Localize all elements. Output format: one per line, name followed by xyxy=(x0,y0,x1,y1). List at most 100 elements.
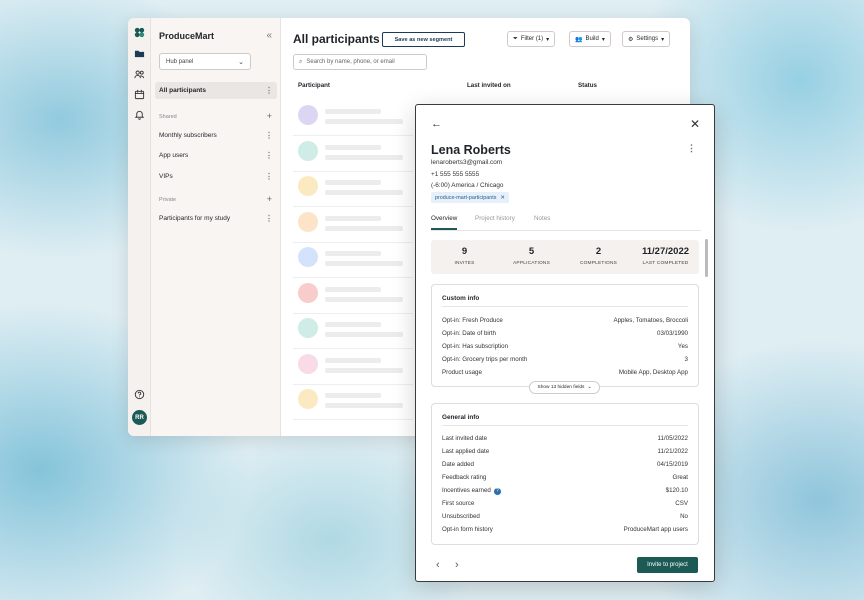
more-icon[interactable]: ⋮ xyxy=(687,143,696,154)
info-value: CSV xyxy=(675,500,688,507)
close-icon[interactable]: ✕ xyxy=(690,117,700,131)
more-icon[interactable]: ⋮ xyxy=(265,151,273,160)
info-row: Product usage Mobile App, Desktop App xyxy=(442,369,688,379)
skeleton-line xyxy=(325,393,381,398)
filter-label: Filter (1) xyxy=(520,36,544,42)
settings-button[interactable]: ⚙ Settings ▾ xyxy=(622,31,671,47)
skeleton-line xyxy=(325,180,381,185)
people-icon: 👥 xyxy=(575,36,583,43)
info-value: 04/15/2019 xyxy=(657,461,688,468)
info-key: Opt-in: Grocery trips per month xyxy=(442,356,528,363)
info-key: Unsubscribed xyxy=(442,513,480,520)
more-icon[interactable]: ⋮ xyxy=(265,86,273,95)
avatar[interactable]: RR xyxy=(132,410,147,425)
show-hidden-fields-button[interactable]: Show 13 hidden fields ⌄ xyxy=(529,381,600,394)
show-hidden-label: Show 13 hidden fields xyxy=(537,385,585,390)
skeleton-line xyxy=(325,261,403,266)
next-participant-icon[interactable]: › xyxy=(455,559,459,571)
bell-icon[interactable] xyxy=(133,108,146,121)
column-header-status[interactable]: Status xyxy=(578,82,597,89)
table-row[interactable] xyxy=(293,100,413,136)
previous-participant-icon[interactable]: ‹ xyxy=(436,559,440,571)
table-row[interactable] xyxy=(293,207,413,243)
add-shared-segment-icon[interactable]: + xyxy=(267,111,272,121)
tab-bar: Overview Project history Notes xyxy=(431,215,701,231)
tab-notes[interactable]: Notes xyxy=(534,215,550,222)
search-icon: ⌕ xyxy=(299,58,303,65)
info-row: Opt-in: Fresh Produce Apples, Tomatoes, B… xyxy=(442,317,688,327)
avatar xyxy=(298,247,318,267)
scrollbar[interactable] xyxy=(705,239,708,277)
folder-icon[interactable] xyxy=(133,47,146,60)
info-value: Yes xyxy=(677,343,688,350)
tab-project-history[interactable]: Project history xyxy=(475,215,515,222)
invite-to-project-button[interactable]: Invite to project xyxy=(637,557,698,573)
skeleton-line xyxy=(325,119,403,124)
sidebar-item-label: App users xyxy=(159,152,189,159)
add-private-segment-icon[interactable]: + xyxy=(267,194,272,204)
info-row: Date added 04/15/2019 xyxy=(442,461,688,471)
table-row[interactable] xyxy=(293,349,413,385)
avatar xyxy=(298,389,318,409)
remove-tag-icon[interactable]: ✕ xyxy=(500,195,505,201)
sidebar-item-label: Participants for my study xyxy=(159,215,231,222)
info-value: 11/05/2022 xyxy=(657,435,688,442)
more-icon[interactable]: ⋮ xyxy=(265,131,273,140)
sidebar-item-label: Monthly subscribers xyxy=(159,132,217,139)
segment-tag: produce-mart-participants ✕ xyxy=(431,192,509,203)
table-row[interactable] xyxy=(293,384,413,420)
info-row: Last invited date 11/05/2022 xyxy=(442,435,688,445)
tab-overview[interactable]: Overview xyxy=(431,215,458,230)
calendar-icon[interactable] xyxy=(133,88,146,101)
hub-select[interactable]: Hub panel ⌄ xyxy=(159,53,251,70)
more-icon[interactable]: ⋮ xyxy=(265,172,273,181)
stats-bar: 9 INVITES 5 APPLICATIONS 2 COMPLETIONS 1… xyxy=(431,240,699,274)
table-row[interactable] xyxy=(293,171,413,207)
table-row[interactable] xyxy=(293,136,413,172)
column-header-participant[interactable]: Participant xyxy=(298,82,330,89)
build-button[interactable]: 👥 Build ▾ xyxy=(569,31,611,47)
back-arrow-icon[interactable]: ← xyxy=(431,118,442,130)
filter-button[interactable]: ⏷ Filter (1) ▾ xyxy=(507,31,556,47)
table-row[interactable] xyxy=(293,278,413,314)
shared-heading: Shared xyxy=(159,114,177,120)
column-header-last-invited[interactable]: Last invited on xyxy=(467,82,511,89)
stat-value: 5 xyxy=(528,246,535,257)
help-icon[interactable]: ? xyxy=(493,488,501,495)
skeleton-line xyxy=(325,225,403,231)
general-info-title: General info xyxy=(442,414,480,421)
segment-tag-label: produce-mart-participants xyxy=(435,194,497,201)
people-icon[interactable] xyxy=(133,68,146,81)
table-row[interactable] xyxy=(293,313,413,349)
sidebar-item-app-users[interactable]: App users ⋮ xyxy=(155,147,277,164)
info-key: Incentives earned xyxy=(442,487,491,494)
info-key: Opt-in form history xyxy=(442,526,493,533)
avatar xyxy=(298,282,318,303)
info-key: Opt-in: Fresh Produce xyxy=(442,317,503,324)
search-input[interactable]: ⌕ Search by name, phone, or email xyxy=(293,54,427,70)
help-icon[interactable] xyxy=(133,388,146,401)
skeleton-line xyxy=(325,403,403,408)
sidebar-item-all-participants[interactable]: All participants ⋮ xyxy=(155,82,277,99)
skeleton-line xyxy=(325,296,403,302)
sidebar-item-label: VIPs xyxy=(159,173,173,180)
sidebar-item-monthly-subscribers[interactable]: Monthly subscribers ⋮ xyxy=(155,127,277,144)
more-icon[interactable]: ⋮ xyxy=(265,214,273,223)
sidebar-item-vips[interactable]: VIPs ⋮ xyxy=(155,168,277,185)
skeleton-line xyxy=(325,154,403,160)
collapse-sidebar-icon[interactable]: « xyxy=(266,30,272,41)
table-row[interactable] xyxy=(293,242,413,278)
info-row: Opt-in: Date of birth 03/03/1990 xyxy=(442,330,688,340)
custom-info-card: Custom info Opt-in: Fresh Produce Apples,… xyxy=(431,284,699,387)
info-key: Product usage xyxy=(442,369,482,376)
stat-label: LAST COMPLETED xyxy=(642,261,689,266)
logo-icon[interactable] xyxy=(133,26,146,39)
info-row: Opt-in: Has subscription Yes xyxy=(442,343,688,353)
save-segment-button[interactable]: Save as new segment xyxy=(382,32,465,47)
info-value: No xyxy=(680,513,688,520)
skeleton-line xyxy=(325,367,403,373)
info-row: Opt-in: Grocery trips per month 3 xyxy=(442,356,688,366)
stat-label: COMPLETIONS xyxy=(579,261,618,266)
sidebar-item-participants-for-my-study[interactable]: Participants for my study ⋮ xyxy=(155,210,277,227)
info-key: Feedback rating xyxy=(442,474,487,481)
